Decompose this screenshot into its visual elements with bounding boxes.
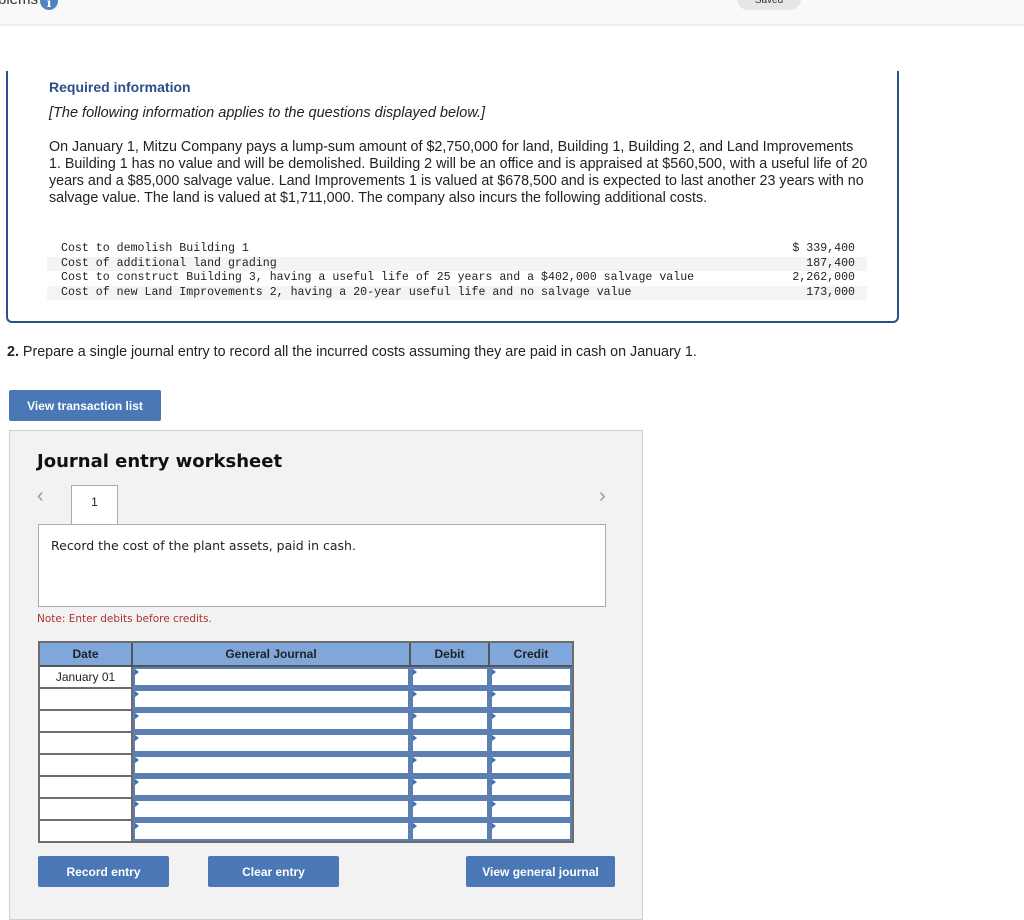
question-text: Prepare a single journal entry to record… [18, 344, 697, 360]
journal-row [40, 733, 572, 755]
required-information-title: Required information [49, 79, 191, 95]
record-entry-button[interactable]: Record entry [38, 856, 169, 887]
clear-entry-button[interactable]: Clear entry [208, 856, 339, 887]
date-cell [40, 799, 133, 821]
account-input[interactable] [133, 733, 411, 755]
required-information-panel: Required information [The following info… [6, 71, 899, 323]
credit-input[interactable] [490, 711, 572, 733]
additional-costs-table: Cost to demolish Building 1 $ 339,400 Co… [47, 242, 867, 300]
top-bar: blems i Saved [0, 0, 1024, 26]
entry-description-box: Record the cost of the plant assets, pai… [38, 524, 606, 607]
debit-input[interactable] [411, 733, 490, 755]
column-header-general-journal: General Journal [133, 643, 411, 667]
debit-input[interactable] [411, 755, 490, 777]
credit-input[interactable] [490, 667, 572, 689]
column-header-debit: Debit [411, 643, 490, 667]
cost-label: Cost to demolish Building 1 [61, 242, 249, 255]
debit-input[interactable] [411, 799, 490, 821]
question-prompt: 2. Prepare a single journal entry to rec… [7, 344, 697, 360]
journal-row [40, 821, 572, 841]
debit-input[interactable] [411, 667, 490, 689]
view-transaction-list-button[interactable]: View transaction list [9, 390, 161, 421]
general-journal-table: Date General Journal Debit Credit Januar… [38, 641, 574, 843]
cost-row: Cost to demolish Building 1 $ 339,400 [47, 242, 867, 257]
problem-statement: On January 1, Mitzu Company pays a lump-… [49, 139, 868, 206]
cost-row: Cost of additional land grading 187,400 [47, 256, 867, 271]
debit-input[interactable] [411, 821, 490, 841]
journal-row [40, 711, 572, 733]
chevron-left-icon[interactable]: ‹ [37, 485, 44, 508]
date-cell [40, 733, 133, 755]
cost-amount: 187,400 [768, 256, 867, 271]
credit-input[interactable] [490, 689, 572, 711]
cost-label: Cost to construct Building 3, having a u… [61, 271, 695, 284]
chevron-right-icon[interactable]: › [599, 485, 606, 508]
column-header-credit: Credit [490, 643, 572, 667]
account-input[interactable] [133, 689, 411, 711]
account-input[interactable] [133, 777, 411, 799]
credit-input[interactable] [490, 799, 572, 821]
info-icon[interactable]: i [40, 0, 58, 10]
credit-input[interactable] [490, 821, 572, 841]
account-input[interactable] [133, 667, 411, 689]
credit-input[interactable] [490, 777, 572, 799]
view-general-journal-button[interactable]: View general journal [466, 856, 615, 887]
cost-label: Cost of additional land grading [47, 256, 769, 271]
worksheet-title: Journal entry worksheet [37, 451, 283, 472]
debit-input[interactable] [411, 711, 490, 733]
credit-input[interactable] [490, 733, 572, 755]
entry-tab-1[interactable]: 1 [71, 485, 118, 524]
cost-amount: 2,262,000 [792, 271, 855, 284]
journal-row [40, 755, 572, 777]
date-cell [40, 777, 133, 799]
account-input[interactable] [133, 821, 411, 841]
entry-description: Record the cost of the plant assets, pai… [51, 538, 356, 553]
debit-input[interactable] [411, 689, 490, 711]
question-number: 2. [7, 344, 19, 360]
cost-row: Cost of new Land Improvements 2, having … [47, 285, 867, 300]
date-cell [40, 821, 133, 841]
date-cell [40, 689, 133, 711]
date-cell [40, 755, 133, 777]
credit-input[interactable] [490, 755, 572, 777]
account-input[interactable] [133, 799, 411, 821]
cost-row: Cost to construct Building 3, having a u… [47, 271, 867, 286]
date-cell: January 01 [40, 667, 133, 689]
debit-input[interactable] [411, 777, 490, 799]
account-input[interactable] [133, 711, 411, 733]
journal-row [40, 799, 572, 821]
journal-row [40, 689, 572, 711]
cost-label: Cost of new Land Improvements 2, having … [47, 285, 769, 300]
cost-amount: $ 339,400 [792, 242, 855, 255]
account-input[interactable] [133, 755, 411, 777]
journal-row [40, 777, 572, 799]
journal-row: January 01 [40, 667, 572, 689]
journal-entry-worksheet: Journal entry worksheet ‹ 1 › Record the… [9, 430, 643, 920]
saved-status-badge: Saved [737, 0, 801, 10]
date-cell [40, 711, 133, 733]
required-information-subtitle: [The following information applies to th… [49, 105, 486, 121]
cost-amount: 173,000 [768, 285, 867, 300]
problems-label: blems [0, 0, 38, 8]
column-header-date: Date [40, 643, 133, 667]
debits-note: Note: Enter debits before credits. [37, 613, 212, 625]
